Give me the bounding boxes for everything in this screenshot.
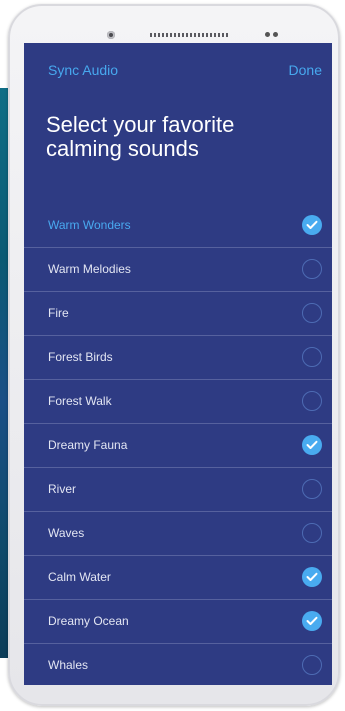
unchecked-circle-icon[interactable]	[302, 479, 322, 499]
list-item[interactable]: Whales	[24, 644, 332, 685]
sound-label: Warm Melodies	[48, 262, 131, 276]
sound-label: Waves	[48, 526, 85, 540]
list-item[interactable]: Warm Wonders	[24, 204, 332, 248]
list-item[interactable]: Fire	[24, 292, 332, 336]
app-screen: Sync Audio Done Select your favorite cal…	[24, 43, 332, 685]
phone-top-bezel	[10, 6, 338, 46]
list-item[interactable]: Waves	[24, 512, 332, 556]
sound-label: Warm Wonders	[48, 218, 131, 232]
unchecked-circle-icon[interactable]	[302, 347, 322, 367]
camera-icon	[107, 31, 115, 39]
unchecked-circle-icon[interactable]	[302, 523, 322, 543]
unchecked-circle-icon[interactable]	[302, 391, 322, 411]
list-item[interactable]: Forest Birds	[24, 336, 332, 380]
check-icon[interactable]	[302, 435, 322, 455]
list-item[interactable]: River	[24, 468, 332, 512]
sound-label: River	[48, 482, 77, 496]
list-item[interactable]: Calm Water	[24, 556, 332, 600]
page-title: Select your favorite calming sounds	[46, 112, 235, 161]
check-icon[interactable]	[302, 215, 322, 235]
list-item[interactable]: Dreamy Fauna	[24, 424, 332, 468]
sound-label: Fire	[48, 306, 69, 320]
sound-label: Dreamy Ocean	[48, 614, 129, 628]
check-icon[interactable]	[302, 567, 322, 587]
sync-audio-button[interactable]: Sync Audio	[48, 62, 118, 78]
sound-label: Forest Walk	[48, 394, 112, 408]
sound-label: Dreamy Fauna	[48, 438, 128, 452]
check-icon[interactable]	[302, 611, 322, 631]
done-button[interactable]: Done	[289, 62, 322, 78]
list-item[interactable]: Forest Walk	[24, 380, 332, 424]
sound-list: Warm Wonders Warm Melodies Fire Forest B…	[24, 204, 332, 685]
unchecked-circle-icon[interactable]	[302, 655, 322, 675]
list-item[interactable]: Warm Melodies	[24, 248, 332, 292]
unchecked-circle-icon[interactable]	[302, 303, 322, 323]
sound-label: Forest Birds	[48, 350, 113, 364]
list-item[interactable]: Dreamy Ocean	[24, 600, 332, 644]
sound-label: Whales	[48, 658, 89, 672]
unchecked-circle-icon[interactable]	[302, 259, 322, 279]
speaker-grille	[150, 33, 230, 37]
sound-label: Calm Water	[48, 570, 111, 584]
sensor-dots-icon	[265, 32, 279, 38]
nav-bar: Sync Audio Done	[24, 43, 332, 93]
